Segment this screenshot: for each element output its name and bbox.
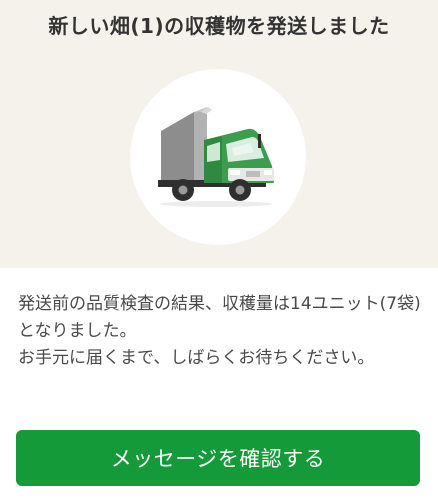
- delivery-truck-icon: [158, 107, 274, 207]
- notification-title: 新しい畑(1)の収穫物を発送しました: [48, 14, 390, 38]
- check-message-button[interactable]: メッセージを確認する: [16, 430, 420, 486]
- shipment-notification-card: 新しい畑(1)の収穫物を発送しました 発送前の品質検査の結果、収穫量は14ユニッ…: [0, 0, 438, 504]
- message-line-wait: お手元に届くまで、しばらくお待ちください。: [18, 348, 375, 368]
- hero-section: 新しい畑(1)の収穫物を発送しました: [0, 0, 438, 268]
- notification-message: 発送前の品質検査の結果、収穫量は14ユニット(7袋)となりました。 お手元に届く…: [18, 291, 423, 372]
- message-line-inspection: 発送前の品質検査の結果、収穫量は14ユニット(7袋)となりました。: [18, 294, 421, 341]
